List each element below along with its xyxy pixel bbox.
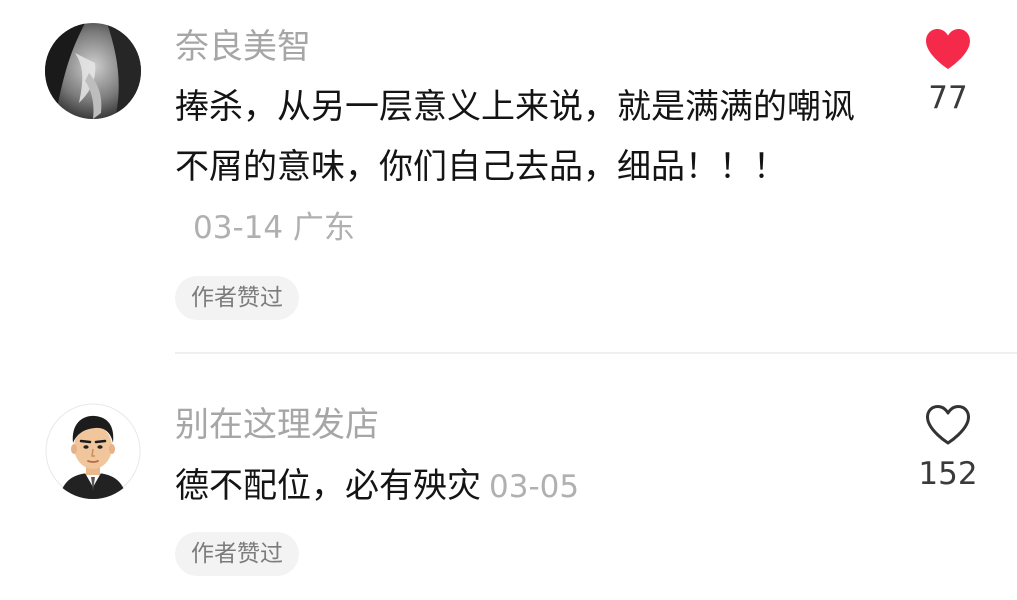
comment-item: 奈良美智 捧杀，从另一层意义上来说，就是满满的嘲讽不屑的意味，你们自己去品，细品… (0, 0, 1017, 352)
comment-item: 别在这理发店 德不配位，必有殃灾 03-05 作者赞过 152 (0, 352, 1017, 600)
author-liked-badge: 作者赞过 (175, 276, 299, 320)
comment-text: 捧杀，从另一层意义上来说，就是满满的嘲讽不屑的意味，你们自己去品，细品！！！ 03… (175, 77, 855, 258)
avatar[interactable] (45, 403, 141, 499)
like-count: 77 (928, 80, 968, 116)
heart-outline-icon (926, 405, 970, 445)
comment-meta: 03-14 广东 (193, 210, 355, 246)
comment-body: 德不配位，必有殃灾 (175, 466, 481, 506)
heart-filled-icon (926, 29, 970, 69)
like-button[interactable]: 77 (908, 28, 988, 118)
author-liked-badge: 作者赞过 (175, 532, 299, 576)
like-button[interactable]: 152 (908, 404, 988, 494)
comment-body: 捧杀，从另一层意义上来说，就是满满的嘲讽不屑的意味，你们自己去品，细品！！！ (175, 87, 855, 187)
comment-list: 奈良美智 捧杀，从另一层意义上来说，就是满满的嘲讽不屑的意味，你们自己去品，细品… (0, 0, 1017, 600)
comment-text: 德不配位，必有殃灾 03-05 (175, 456, 855, 517)
like-count: 152 (918, 456, 978, 492)
comment-meta: 03-05 (489, 469, 580, 505)
username[interactable]: 奈良美智 (175, 24, 311, 70)
avatar[interactable] (45, 23, 141, 119)
username[interactable]: 别在这理发店 (175, 402, 379, 448)
